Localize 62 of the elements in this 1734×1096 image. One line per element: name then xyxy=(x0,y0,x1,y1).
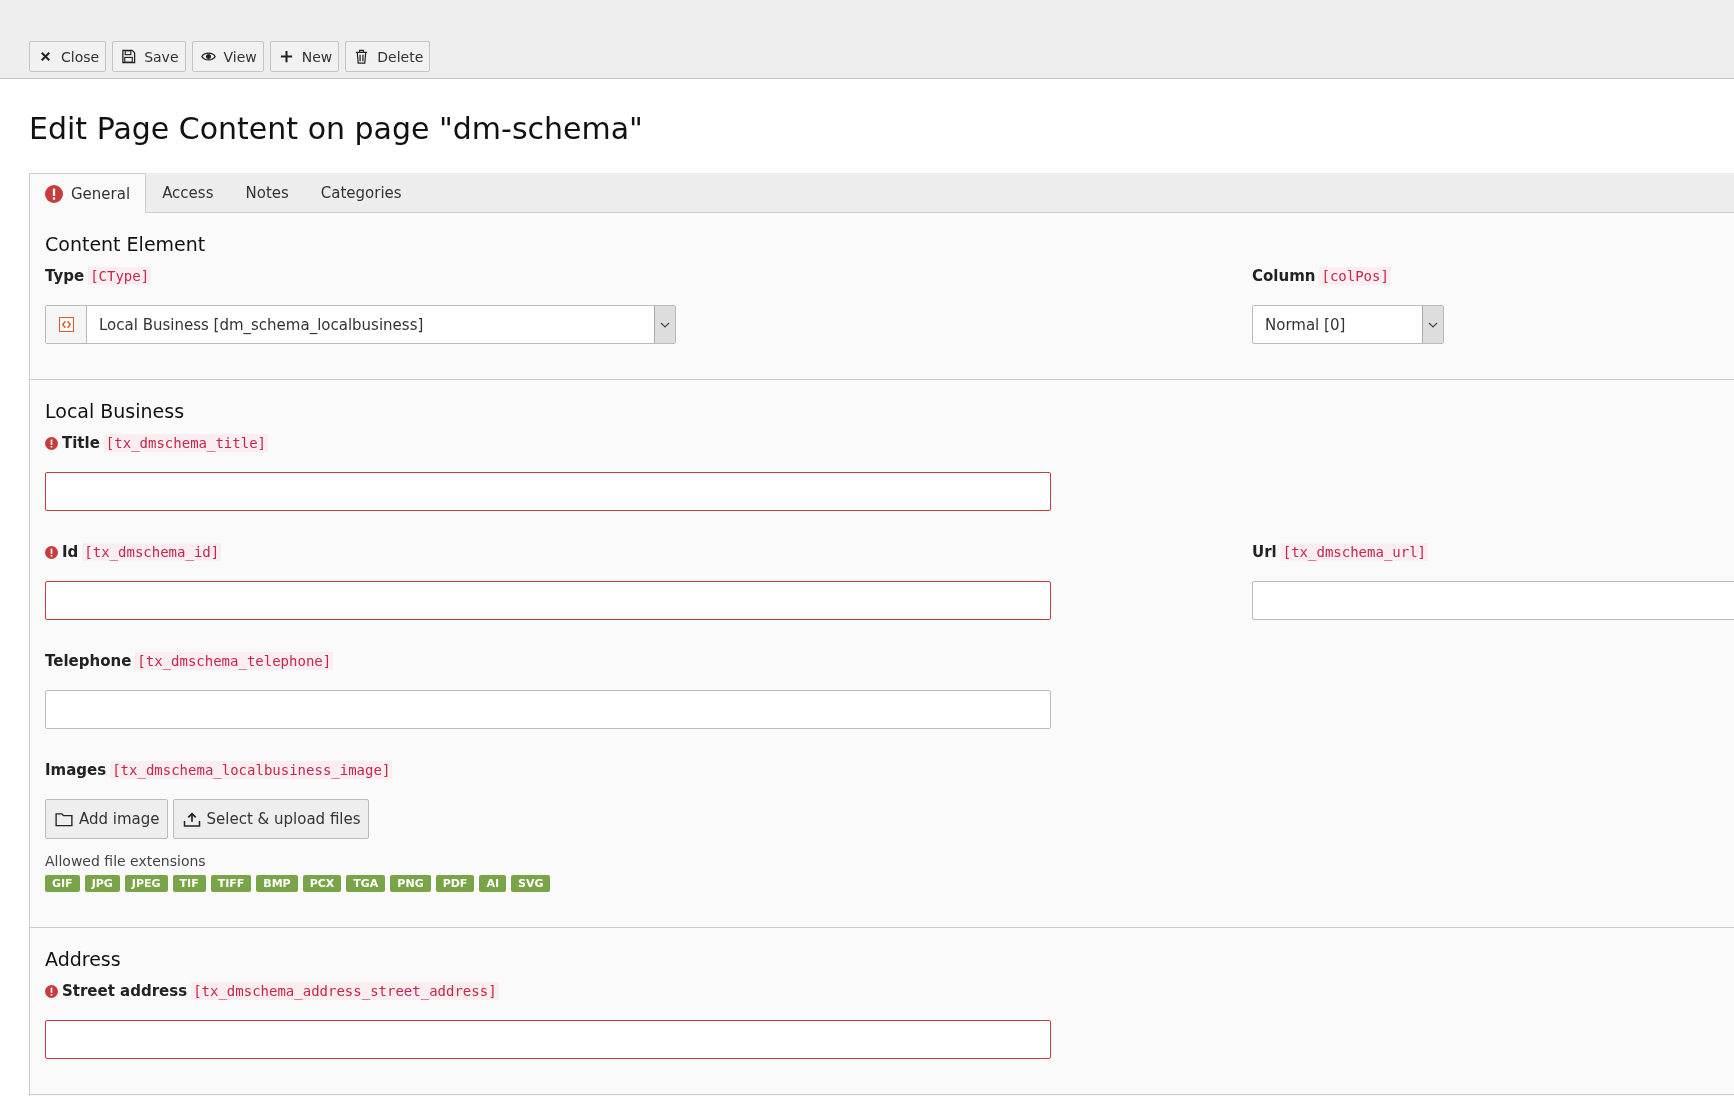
field-label: Type xyxy=(45,267,85,285)
caret-icon xyxy=(660,321,670,328)
toolbar-button[interactable]: Delete xyxy=(345,41,431,72)
close-icon xyxy=(38,49,53,64)
field-name-code: [tx_dmschema_url] xyxy=(1280,543,1429,561)
tab[interactable]: Access xyxy=(146,173,230,212)
select-dropdown[interactable]: Local Business [dm_schema_localbusiness] xyxy=(45,305,676,344)
extension-tag: PCX xyxy=(302,875,342,892)
text-field[interactable] xyxy=(45,581,1051,620)
toolbar-button[interactable]: View xyxy=(191,41,264,72)
page-title: Edit Page Content on page "dm-schema" xyxy=(28,110,644,148)
field-label: Street address xyxy=(62,982,188,1000)
toolbar-button[interactable]: New xyxy=(269,41,340,72)
extension-tag: JPG xyxy=(84,875,120,892)
plus-icon xyxy=(278,49,294,64)
select-dropdown[interactable]: Normal [0] xyxy=(1252,305,1444,344)
eye-icon xyxy=(200,49,216,64)
field-label: Images xyxy=(45,761,107,779)
error-icon xyxy=(45,545,58,559)
field-name-code: [tx_dmschema_address_street_address] xyxy=(191,982,499,1000)
file-button[interactable]: Add image xyxy=(45,799,168,839)
field-label: Title xyxy=(62,434,100,452)
field-label: Telephone xyxy=(45,652,132,670)
text-field[interactable] xyxy=(45,690,1051,729)
tab[interactable]: Notes xyxy=(229,173,305,212)
extension-tag: BMP xyxy=(256,875,298,892)
field-name-code: [tx_dmschema_id] xyxy=(82,543,222,561)
field-name-code: [tx_dmschema_telephone] xyxy=(135,652,334,670)
section-title: Address xyxy=(45,948,122,970)
trash-icon xyxy=(354,49,370,64)
caret-icon xyxy=(1428,321,1438,328)
extension-tag: TIF xyxy=(172,875,206,892)
section-title: Local Business xyxy=(45,400,186,422)
text-field[interactable] xyxy=(45,1020,1051,1059)
allowed-extensions-note: Allowed file extensions xyxy=(45,853,207,869)
error-icon xyxy=(45,436,58,450)
field-name-code: [tx_dmschema_title] xyxy=(103,434,268,452)
text-field[interactable] xyxy=(45,472,1051,511)
field-label: Column xyxy=(1252,267,1316,285)
field-name-code: [tx_dmschema_localbusiness_image] xyxy=(110,761,393,779)
error-icon xyxy=(45,984,58,998)
tab[interactable]: General xyxy=(29,173,147,213)
extension-tag: PDF xyxy=(435,875,475,892)
tab[interactable]: Categories xyxy=(304,173,418,212)
extension-tag: GIF xyxy=(45,875,80,892)
extension-tag: TIFF xyxy=(210,875,252,892)
code-brackets-icon xyxy=(58,317,74,332)
file-button[interactable]: Select & upload files xyxy=(172,799,369,839)
extension-tag: PNG xyxy=(390,875,431,892)
field-label: Url xyxy=(1252,543,1277,561)
folder-icon xyxy=(55,811,73,827)
toolbar-button[interactable]: Save xyxy=(112,41,186,72)
extension-tag: SVG xyxy=(511,875,551,892)
extension-tag: TGA xyxy=(346,875,386,892)
toolbar-button[interactable]: Close xyxy=(29,41,107,72)
section-title: Content Element xyxy=(45,233,207,255)
field-label: Id xyxy=(62,543,79,561)
field-name-code: [CType] xyxy=(88,267,152,285)
extension-tag: AI xyxy=(479,875,506,892)
extension-tag: JPEG xyxy=(124,875,168,892)
upload-icon xyxy=(182,811,201,827)
field-name-code: [colPos] xyxy=(1319,267,1391,285)
